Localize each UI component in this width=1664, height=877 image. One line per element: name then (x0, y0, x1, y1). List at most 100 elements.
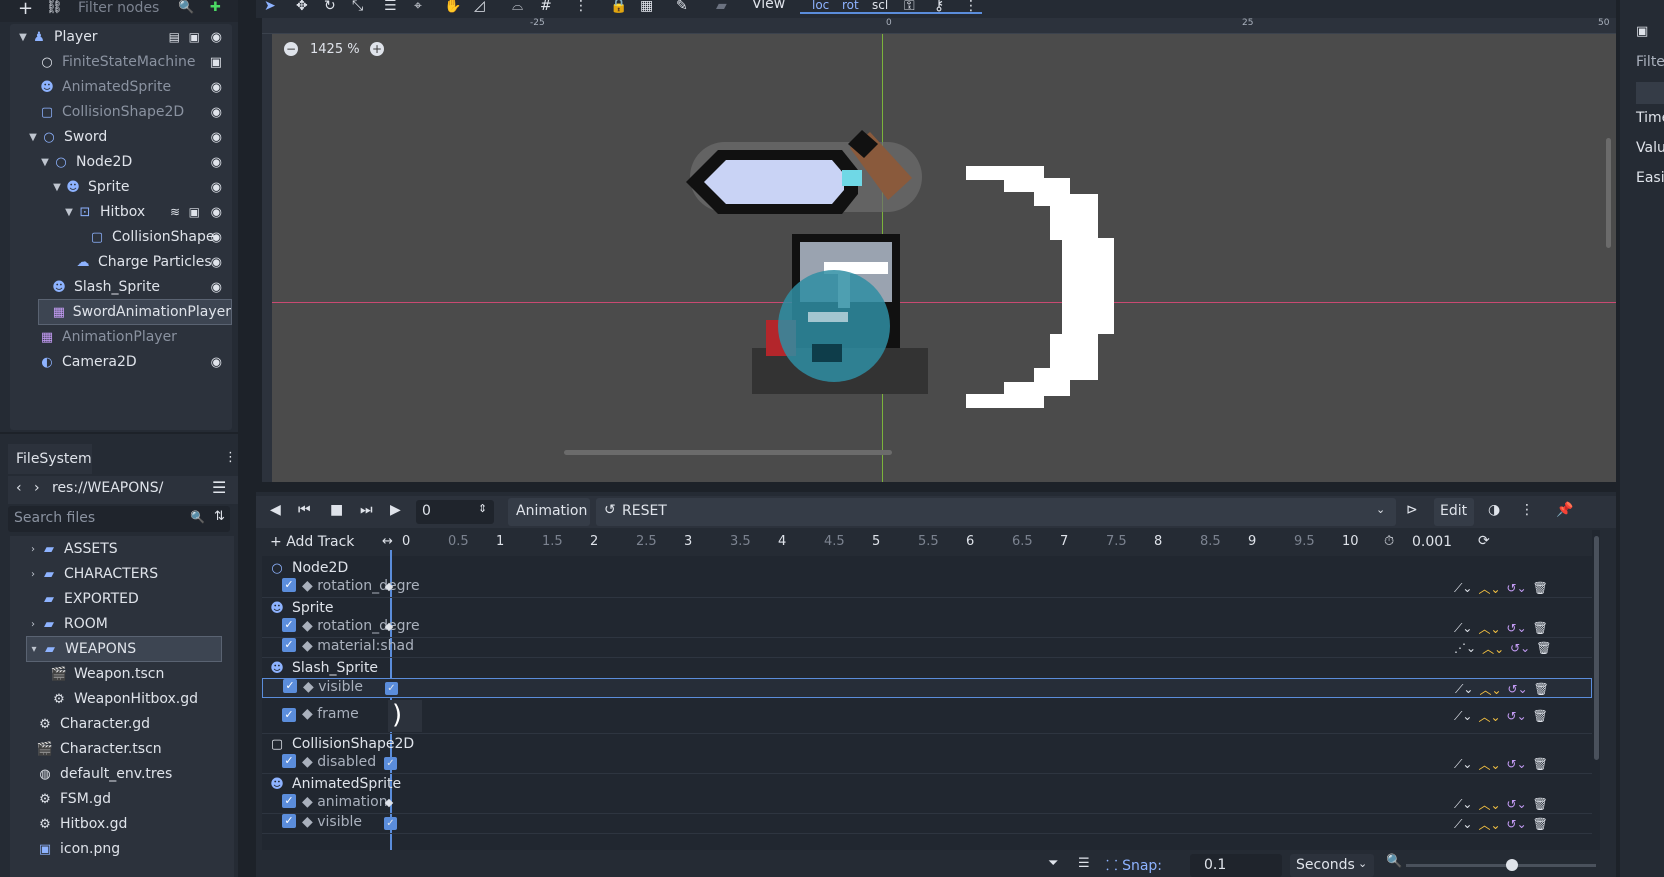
chevron-down-icon[interactable]: ▾ (27, 644, 41, 655)
script-icon[interactable]: ▣ (189, 30, 200, 44)
interp-curve-icon[interactable]: ︿⌄ (1478, 620, 1500, 637)
stop-icon[interactable]: ■ (330, 502, 343, 518)
onion-skin-icon[interactable]: ◑ (1488, 502, 1500, 518)
vertical-scrollbar[interactable] (1606, 138, 1611, 248)
interp-curve-icon[interactable]: ︿⌄ (1478, 580, 1500, 597)
autoplay-icon[interactable]: ⊳ (1406, 502, 1418, 518)
zoom-in-icon[interactable]: + (370, 42, 384, 56)
track-row[interactable]: ✓ ◆ rotation_degre ⟋⌄ ︿⌄ ↺⌄ 🗑 (262, 618, 1592, 638)
filter-icon[interactable]: ⏷ (1048, 856, 1058, 871)
interp-linear-icon[interactable]: ⟋⌄ (1454, 817, 1472, 832)
key-location-icon[interactable]: loc (812, 0, 829, 12)
chevron-down-icon[interactable]: ▼ (38, 157, 52, 168)
loop-wrap-icon[interactable]: ↺⌄ (1507, 709, 1527, 723)
track-enabled-checkbox[interactable]: ✓ (282, 814, 296, 828)
tree-item-swordanimationplayer[interactable]: ▦ SwordAnimationPlayer (38, 299, 232, 325)
loop-wrap-icon[interactable]: ↺⌄ (1510, 641, 1530, 655)
tree-item-collisionshape[interactable]: ▢ CollisionShape ◉ (10, 224, 232, 250)
chevron-right-icon[interactable]: › (26, 544, 40, 555)
tree-item-slash-sprite[interactable]: ☻ Slash_Sprite ◉ (10, 274, 232, 300)
loop-wrap-icon[interactable]: ↺⌄ (1507, 581, 1527, 595)
pivot-tool-icon[interactable]: ⌖ (414, 0, 422, 14)
track-scrollbar[interactable] (1594, 536, 1599, 760)
track-group-slash-sprite[interactable]: ☻ Slash_Sprite (262, 658, 1592, 678)
forward-icon[interactable]: › (34, 480, 40, 496)
tree-item-collisionshape2d[interactable]: ▢ CollisionShape2D ◉ (10, 99, 232, 125)
spin-arrows-icon[interactable]: ⇕ (478, 502, 487, 515)
key-scale-icon[interactable]: scl (872, 0, 888, 12)
timeline-zoom-slider[interactable] (1406, 864, 1596, 867)
visibility-eye-icon[interactable]: ◉ (211, 205, 222, 220)
track-row[interactable]: ✓ ◆ visible ✓ ⟋⌄ ︿⌄ ↺⌄ 🗑 (262, 814, 1592, 834)
chevron-down-icon[interactable]: ▼ (26, 132, 40, 143)
fs-item-icon-png[interactable]: ▣ icon.png (36, 836, 120, 862)
loop-wrap-icon[interactable]: ↺⌄ (1507, 757, 1527, 771)
fs-item-room[interactable]: › ▰ ROOM (26, 611, 108, 637)
timeline-ruler[interactable]: 0 0.5 1 1.5 2 2.5 3 3.5 4 4.5 5 5.5 6 6.… (402, 534, 1372, 554)
fs-item-weaponhitbox-gd[interactable]: ⚙ WeaponHitbox.gd (50, 686, 198, 712)
track-row[interactable]: ✓ ◆ material:shad ⋰⌄ ︿⌄ ↺⌄ 🗑 (262, 638, 1592, 658)
tree-item-animatedsprite[interactable]: ☻ AnimatedSprite ◉ (10, 74, 232, 100)
tree-item-sprite[interactable]: ▼ ☻ Sprite ◉ (10, 174, 232, 200)
fs-item-default-env[interactable]: ◍ default_env.tres (36, 761, 172, 787)
trash-icon[interactable]: 🗑 (1534, 682, 1549, 696)
zoom-level[interactable]: 1425 % (310, 42, 360, 57)
select-tool-icon[interactable]: ➤ (264, 0, 276, 14)
snap-unit-select[interactable]: Seconds ⌄ (1290, 854, 1374, 877)
inspector-field[interactable] (1636, 82, 1664, 104)
script-icon[interactable]: ▣ (210, 55, 222, 70)
trash-icon[interactable]: 🗑 (1533, 581, 1548, 595)
player-sprite[interactable] (752, 220, 932, 400)
animation-select[interactable]: ↺ RESET ⌄ (596, 498, 1396, 526)
ruler-vertical[interactable] (262, 34, 272, 482)
visibility-eye-icon[interactable]: ◉ (211, 105, 222, 120)
tree-item-node2d[interactable]: ▼ ○ Node2D ◉ (10, 149, 232, 175)
filter-nodes-input[interactable]: Filter nodes (78, 0, 159, 16)
sword-sprite[interactable] (682, 130, 932, 234)
fs-item-hitbox-gd[interactable]: ⚙ Hitbox.gd (36, 811, 127, 837)
step-value[interactable]: 0.001 (1412, 534, 1452, 550)
more-icon[interactable]: ⋮ (1520, 502, 1534, 518)
track-enabled-checkbox[interactable]: ✓ (282, 618, 296, 632)
pin-icon[interactable]: 📌 (1556, 502, 1573, 518)
smart-snap-icon[interactable]: ⌓ (512, 0, 523, 14)
fs-item-weapon-tscn[interactable]: 🎬 Weapon.tscn (50, 661, 164, 687)
add-script-icon[interactable]: ✚ (210, 0, 221, 15)
track-row[interactable]: ✓ ◆ rotation_degre ⟋⌄ ︿⌄ ↺⌄ 🗑 (262, 578, 1592, 598)
group-tracks-icon[interactable]: ☰ (1078, 856, 1090, 871)
tree-item-player[interactable]: ▼ ♟ Player ▤ ▣ ◉ (10, 24, 232, 50)
chevron-down-icon[interactable]: ▼ (62, 207, 76, 218)
interp-curve-icon[interactable]: ︿⌄ (1478, 756, 1500, 773)
interp-linear-icon[interactable]: ⟋⌄ (1454, 621, 1472, 636)
loop-icon[interactable]: ⟳ (1478, 533, 1490, 549)
fs-item-characters[interactable]: › ▰ CHARACTERS (26, 561, 158, 587)
canvas-viewport[interactable]: − 1425 % + (272, 34, 1616, 482)
zoom-out-icon[interactable]: − (284, 42, 298, 56)
fs-item-character-tscn[interactable]: 🎬 Character.tscn (36, 736, 162, 762)
auto-key-icon[interactable]: ⚷ (934, 0, 944, 14)
lock-icon[interactable]: 🔒 (610, 0, 627, 14)
animation-menu-button[interactable]: Animation (508, 498, 590, 526)
track-enabled-checkbox[interactable]: ✓ (282, 638, 296, 652)
back-icon[interactable]: ‹ (16, 480, 22, 496)
trash-icon[interactable]: 🗑 (1533, 817, 1548, 831)
view-menu[interactable]: View (752, 0, 785, 12)
keyframe-checkbox[interactable]: ✓ (384, 757, 397, 770)
track-group-node2d[interactable]: ○ Node2D (262, 558, 1592, 578)
dock-menu-icon[interactable]: ⋮ (224, 450, 237, 465)
track-row[interactable]: ✓ ◆ frame ) ⟋⌄ ︿⌄ ↺⌄ 🗑 (262, 698, 1592, 734)
layout-toggle-icon[interactable]: ☰ (212, 478, 226, 497)
interp-nearest-icon[interactable]: ⋰⌄ (1454, 641, 1476, 655)
scale-tool-icon[interactable]: ⤡ (352, 0, 363, 14)
play-from-start-icon[interactable]: ⏭ (360, 502, 373, 518)
inspector-tab-icon[interactable]: ▣ (1636, 24, 1648, 39)
tree-item-animationplayer[interactable]: ▦ AnimationPlayer (10, 324, 232, 350)
add-track-button[interactable]: + Add Track (270, 534, 354, 550)
key-rotation-icon[interactable]: rot (842, 0, 859, 12)
rotate-tool-icon[interactable]: ↻ (324, 0, 336, 14)
interp-curve-icon[interactable]: ︿⌄ (1478, 816, 1500, 833)
group-icon[interactable]: ▦ (640, 0, 653, 14)
tree-item-camera2d[interactable]: ◐ Camera2D ◉ (10, 349, 232, 375)
tree-item-charge-particles[interactable]: ☁ Charge Particles ◉ (10, 249, 232, 275)
track-group-animatedsprite[interactable]: ☻ AnimatedSprite (262, 774, 1592, 794)
